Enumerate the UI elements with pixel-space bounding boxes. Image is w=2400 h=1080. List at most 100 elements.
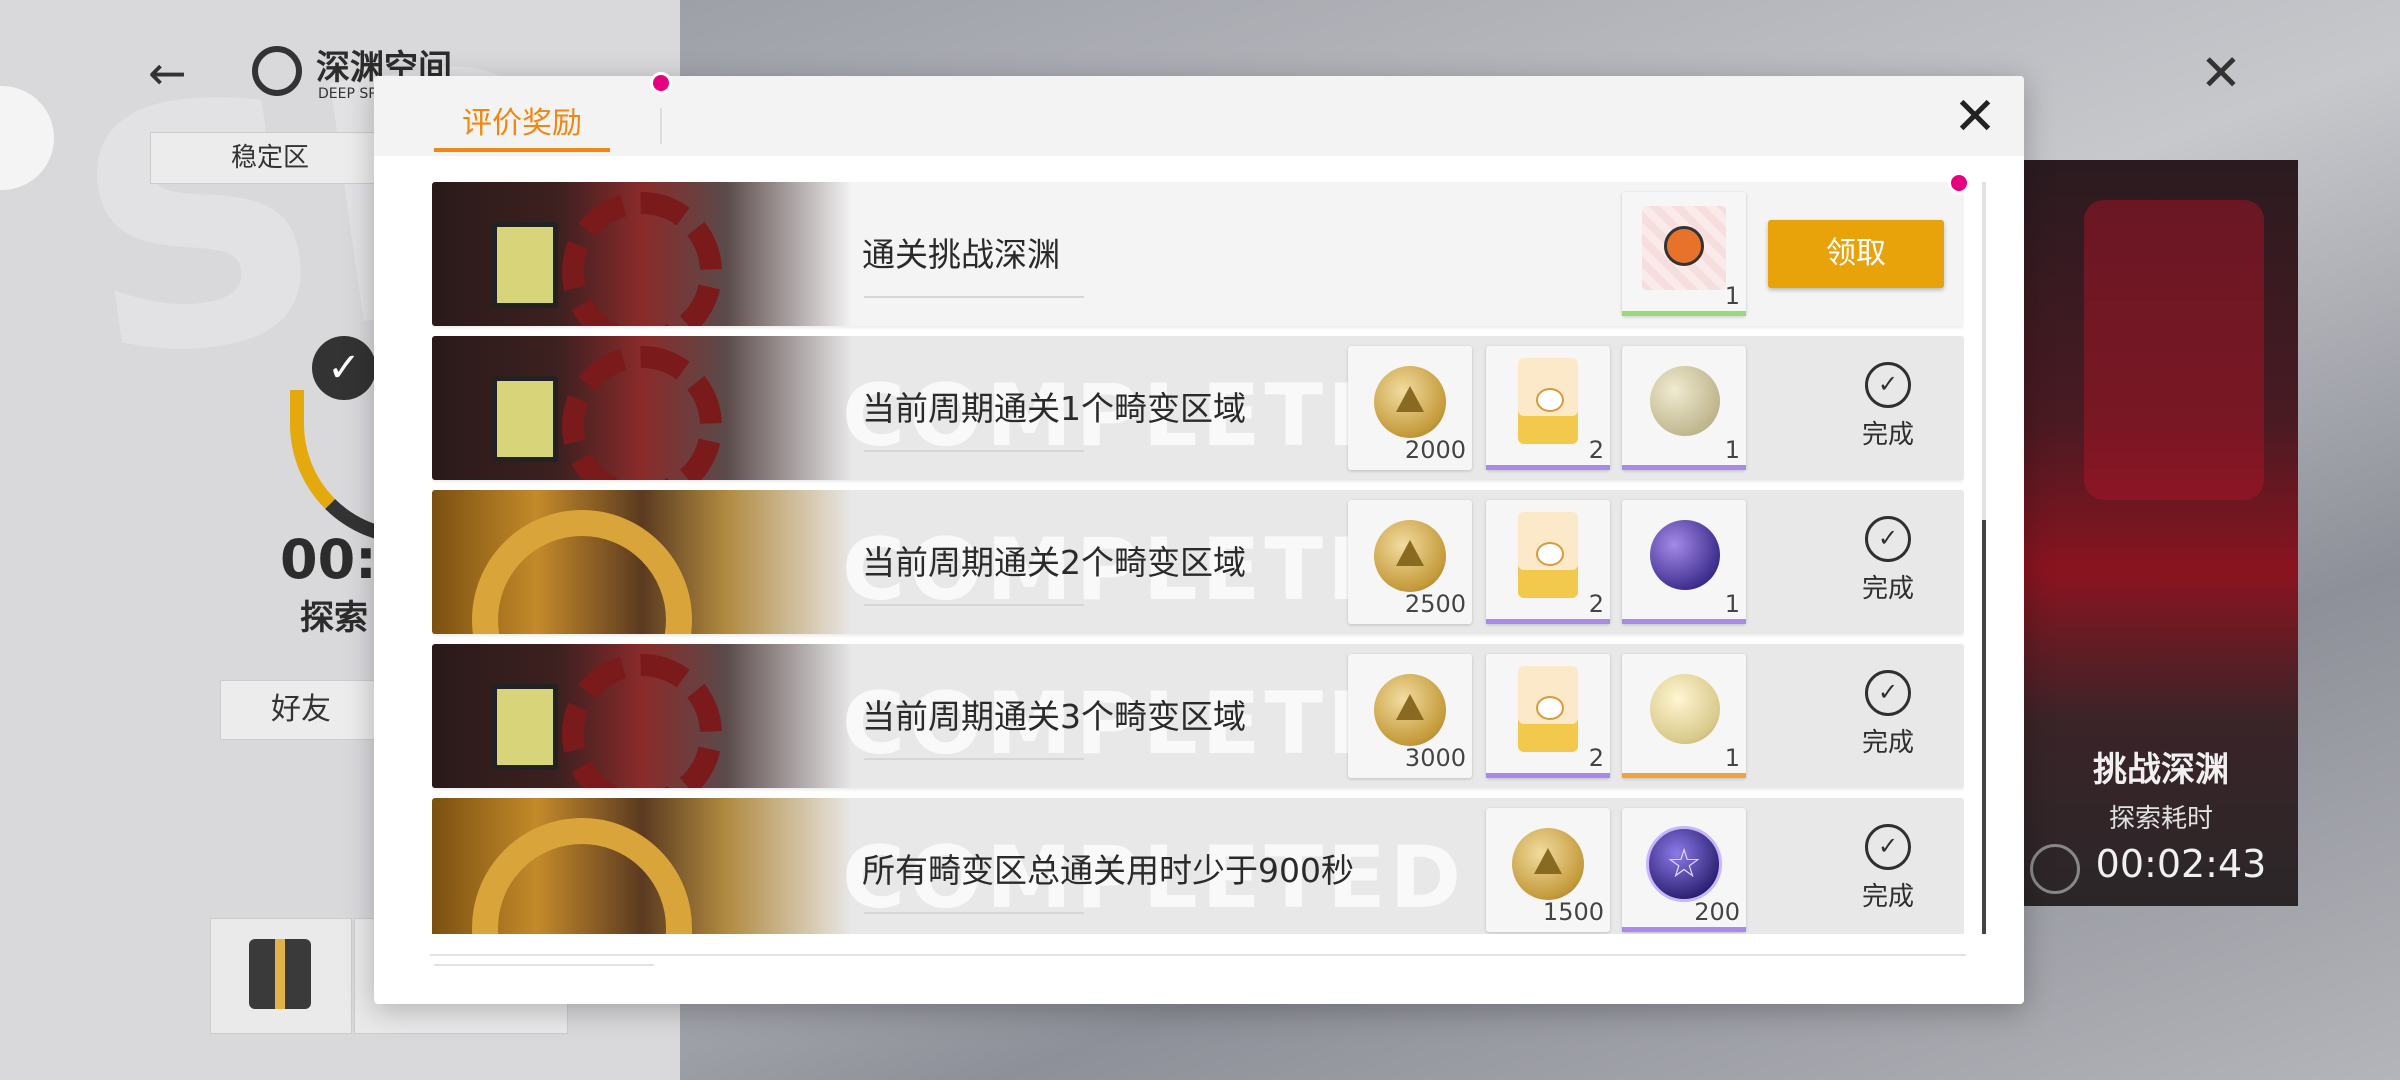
reward-row: COMPLETED 当前周期通关1个畸变区域 2000 2 1 ✓ 完成: [432, 336, 1964, 480]
rarity-bar: [1622, 773, 1746, 778]
gift-reward-card[interactable]: [210, 918, 352, 1034]
star-medal-icon: ☆: [1646, 826, 1722, 902]
gold-coin-icon: [1374, 366, 1446, 438]
gold-coin-icon: [1374, 520, 1446, 592]
reward-item[interactable]: ☆ 200: [1622, 808, 1746, 932]
claim-button[interactable]: 领取: [1768, 220, 1944, 288]
reward-qty: 1: [1724, 282, 1740, 310]
rarity-bar: [1622, 619, 1746, 624]
row-title: 当前周期通关2个畸变区域: [862, 543, 1246, 582]
row-banner-clock: [432, 490, 852, 634]
reward-item[interactable]: 1: [1622, 500, 1746, 624]
row-title: 通关挑战深渊: [862, 235, 1060, 274]
reward-item[interactable]: 1: [1622, 654, 1746, 778]
row-fine-print: [864, 450, 1084, 462]
stage-time: 00:02:43: [2095, 842, 2267, 886]
completed-status: ✓ 完成: [1828, 824, 1948, 913]
reward-item[interactable]: 2500: [1348, 500, 1472, 624]
reward-item[interactable]: 2000: [1348, 346, 1472, 470]
reward-item[interactable]: 1: [1622, 192, 1746, 316]
notification-dot: [650, 72, 672, 94]
friend-button[interactable]: 好友: [220, 680, 382, 740]
reward-row: COMPLETED 当前周期通关2个畸变区域 2500 2 1 ✓ 完成: [432, 490, 1964, 634]
reward-qty: 1: [1724, 436, 1740, 464]
claim-notification-dot: [1948, 172, 1970, 194]
row-fine-print: [864, 296, 1084, 308]
stable-zone-tab[interactable]: 稳定区: [150, 132, 390, 184]
milk-carton-icon: [1518, 358, 1578, 444]
clockwork-art: [472, 818, 692, 934]
completed-label: 完成: [1861, 882, 1914, 912]
background-explore-label: 探索: [300, 598, 368, 638]
scrollbar-thumb[interactable]: [1982, 520, 1986, 934]
row-fine-print: [864, 912, 1084, 924]
lamp-art: [492, 222, 558, 308]
rewards-modal: 评价奖励 ✕ 通关挑战深渊 1 领取 COMPLETED 当前周期通关1个畸变区…: [374, 72, 2024, 1004]
check-circle-icon: ✓: [1865, 824, 1911, 870]
stage-subtitle: 探索耗时: [2108, 804, 2213, 834]
background-close-icon[interactable]: ✕: [2200, 44, 2242, 102]
rarity-bar: [1486, 619, 1610, 624]
gift-ribbon: [275, 939, 285, 1009]
milk-carton-icon: [1518, 666, 1578, 752]
rarity-bar: [1622, 465, 1746, 470]
purple-moon-gem-icon: [1650, 520, 1720, 590]
completed-status: ✓ 完成: [1828, 670, 1948, 759]
rarity-bar: [1486, 465, 1610, 470]
reward-item[interactable]: 1500: [1486, 808, 1610, 932]
rarity-bar: [1622, 311, 1746, 316]
modal-footer-divider: [430, 954, 1966, 956]
footer-fine-print: [434, 964, 654, 974]
lamp-art: [492, 684, 558, 770]
row-title: 所有畸变区总通关用时少于900秒: [862, 851, 1354, 890]
completed-status: ✓ 完成: [1828, 362, 1948, 451]
reward-item[interactable]: 2: [1486, 654, 1610, 778]
row-title: 当前周期通关3个畸变区域: [862, 697, 1246, 736]
row-fine-print: [864, 604, 1084, 616]
completed-label: 完成: [1861, 728, 1914, 758]
milk-carton-icon: [1518, 512, 1578, 598]
reward-list[interactable]: 通关挑战深渊 1 领取 COMPLETED 当前周期通关1个畸变区域 2000 …: [432, 182, 1964, 934]
close-icon[interactable]: ✕: [1948, 90, 2002, 144]
reward-qty: 1: [1724, 590, 1740, 618]
reward-row: 通关挑战深渊 1 领取: [432, 182, 1964, 326]
stage-title: 挑战深渊: [2093, 750, 2229, 790]
reward-item[interactable]: 3000: [1348, 654, 1472, 778]
completed-status: ✓ 完成: [1828, 516, 1948, 605]
reward-qty: 2: [1588, 436, 1604, 464]
completed-label: 完成: [1861, 574, 1914, 604]
lamp-art: [492, 376, 558, 462]
page-subtitle: DEEP SP: [318, 86, 377, 102]
reward-item[interactable]: 2: [1486, 346, 1610, 470]
moon-gem-icon: [1650, 366, 1720, 436]
tab-rating-rewards[interactable]: 评价奖励: [434, 96, 610, 152]
reward-qty: 3000: [1404, 744, 1466, 772]
gold-coin-icon: [1374, 674, 1446, 746]
avatar-frame-icon: [1642, 206, 1726, 290]
reward-qty: 2000: [1404, 436, 1466, 464]
back-arrow-icon[interactable]: ←: [148, 48, 198, 98]
devil-face-icon: [1664, 226, 1704, 266]
reward-qty: 200: [1694, 898, 1740, 926]
check-circle-icon: ✓: [1865, 362, 1911, 408]
check-circle-icon: ✓: [1865, 670, 1911, 716]
challenge-stage-image: [2024, 160, 2298, 906]
completed-label: 完成: [1861, 420, 1914, 450]
gear-art: [562, 192, 722, 326]
tab-underline: [434, 148, 610, 152]
tab-divider: [660, 108, 662, 144]
rarity-bar: [1622, 927, 1746, 932]
row-fine-print: [864, 758, 1084, 770]
row-banner-lamp: [432, 336, 852, 480]
gear-art: [562, 654, 722, 788]
reward-qty: 1: [1724, 744, 1740, 772]
reward-row: COMPLETED 当前周期通关3个畸变区域 3000 2 1 ✓ 完成: [432, 644, 1964, 788]
reward-item[interactable]: 2: [1486, 500, 1610, 624]
reward-qty: 2: [1588, 590, 1604, 618]
gear-art: [562, 346, 722, 480]
deep-space-logo-icon: [252, 46, 302, 96]
reward-item[interactable]: 1: [1622, 346, 1746, 470]
reward-qty: 1500: [1542, 898, 1604, 926]
row-banner-lamp: [432, 644, 852, 788]
gold-gem-icon: [1650, 674, 1720, 744]
